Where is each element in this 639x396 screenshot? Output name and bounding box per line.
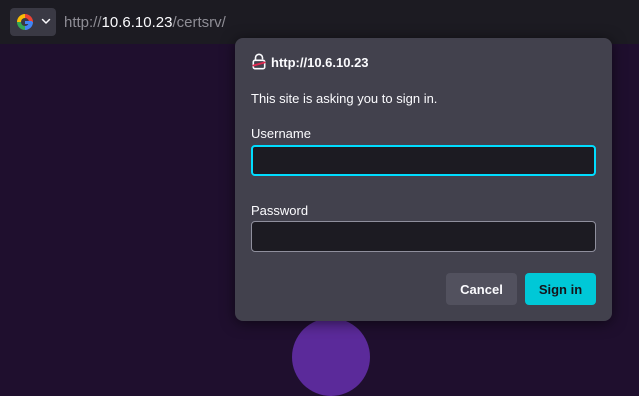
url-host: 10.6.10.23 xyxy=(101,14,173,31)
url-path: /certsrv/ xyxy=(172,14,226,31)
url-bar[interactable]: http://10.6.10.23/certsrv/ xyxy=(64,14,226,31)
password-input[interactable] xyxy=(251,221,596,252)
sign-in-button[interactable]: Sign in xyxy=(525,273,596,305)
chevron-down-icon xyxy=(41,18,51,24)
dialog-message: This site is asking you to sign in. xyxy=(251,91,438,106)
username-label: Username xyxy=(251,126,311,141)
password-label: Password xyxy=(251,203,309,218)
broken-lock-icon xyxy=(252,53,266,70)
auth-dialog: http://10.6.10.23 This site is asking yo… xyxy=(235,38,612,321)
page-background-shape xyxy=(292,318,370,396)
cancel-button[interactable]: Cancel xyxy=(446,273,517,305)
search-engine-button[interactable] xyxy=(10,8,56,36)
dialog-origin: http://10.6.10.23 xyxy=(271,55,369,70)
google-g-icon xyxy=(17,14,33,30)
username-input[interactable] xyxy=(251,145,596,176)
url-prefix: http:// xyxy=(64,14,102,31)
